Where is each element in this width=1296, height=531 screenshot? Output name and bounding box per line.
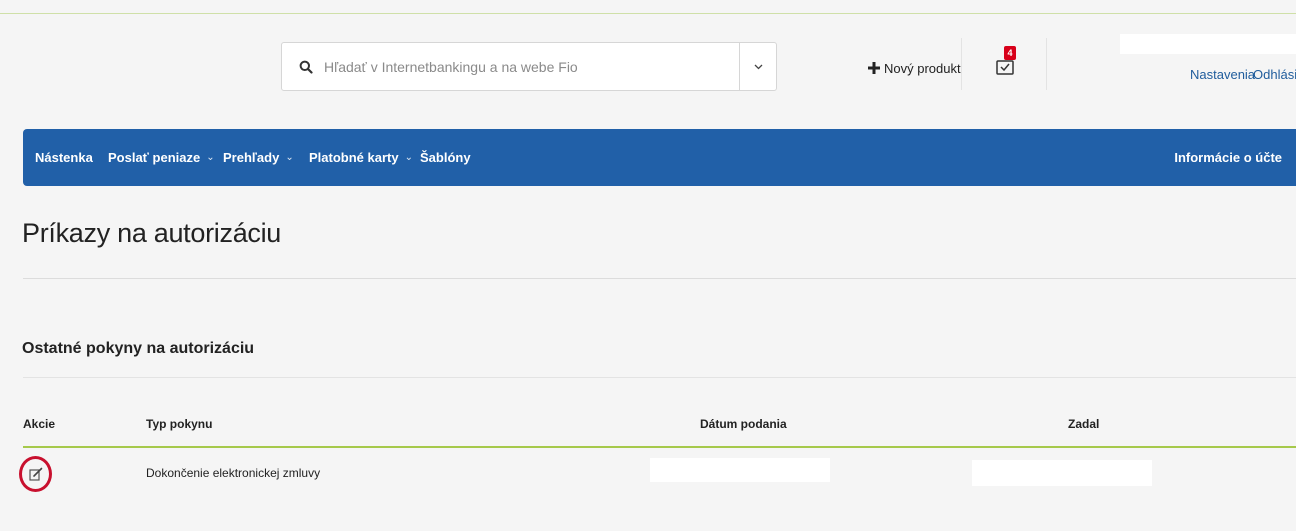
page: Nový produkt 4 Nastavenia Odhlásiť Náste…	[0, 0, 1296, 531]
header-divider	[1046, 38, 1047, 90]
nav-item-label: Poslať peniaze	[108, 150, 201, 165]
user-info	[1120, 34, 1296, 54]
table-header-rule	[23, 446, 1296, 448]
column-header-date: Dátum podania	[700, 417, 787, 431]
new-product-label: Nový produkt	[884, 60, 961, 76]
new-product-button[interactable]: Nový produkt	[868, 58, 961, 78]
page-title: Príkazy na autorizáciu	[22, 218, 282, 248]
plus-icon	[868, 62, 880, 74]
column-header-type: Typ pokynu	[146, 417, 213, 431]
nav-item-templates[interactable]: Šablóny	[420, 150, 471, 165]
table-cell-type: Dokončenie elektronickej zmluvy	[146, 466, 321, 480]
search-dropdown-button[interactable]	[740, 43, 776, 90]
nav-item-dashboard[interactable]: Nástenka	[35, 150, 93, 165]
table-cell-date	[650, 458, 830, 482]
section-divider	[23, 377, 1296, 378]
search-input[interactable]	[322, 43, 739, 90]
chevron-down-icon: ⌄	[285, 152, 294, 163]
envelope-check-icon	[996, 60, 1014, 75]
main-navbar: Nástenka Poslať peniaze ⌄ Prehľady ⌄ Pla…	[23, 129, 1296, 186]
search-box[interactable]	[281, 42, 777, 91]
messages-button[interactable]: 4	[994, 46, 1024, 80]
edit-icon	[28, 467, 42, 481]
column-header-actions: Akcie	[23, 417, 56, 431]
nav-item-label: Šablóny	[420, 150, 471, 165]
header-divider	[961, 38, 962, 90]
message-count-badge: 4	[1004, 46, 1016, 60]
top-divider	[0, 13, 1296, 14]
nav-item-send-money[interactable]: Poslať peniaze ⌄	[108, 150, 215, 165]
nav-item-account-info[interactable]: Informácie o účte	[1174, 150, 1282, 165]
edit-button[interactable]	[19, 456, 52, 492]
nav-item-label: Nástenka	[35, 150, 93, 165]
section-title: Ostatné pokyny na autorizáciu	[22, 340, 255, 357]
chevron-down-icon	[754, 64, 762, 69]
title-divider	[23, 278, 1296, 279]
nav-item-label: Platobné karty	[309, 150, 399, 165]
column-header-entered-by: Zadal	[1068, 417, 1100, 431]
settings-link[interactable]: Nastavenia	[1190, 67, 1255, 82]
nav-item-label: Prehľady	[223, 150, 280, 165]
table-cell-entered-by	[972, 460, 1152, 486]
nav-item-overviews[interactable]: Prehľady ⌄	[223, 150, 294, 165]
logout-link[interactable]: Odhlásiť	[1253, 67, 1296, 82]
chevron-down-icon: ⌄	[404, 152, 413, 163]
nav-item-label: Informácie o účte	[1174, 150, 1282, 165]
nav-item-payment-cards[interactable]: Platobné karty ⌄	[309, 150, 413, 165]
search-icon[interactable]	[290, 60, 322, 74]
chevron-down-icon: ⌄	[206, 152, 215, 163]
